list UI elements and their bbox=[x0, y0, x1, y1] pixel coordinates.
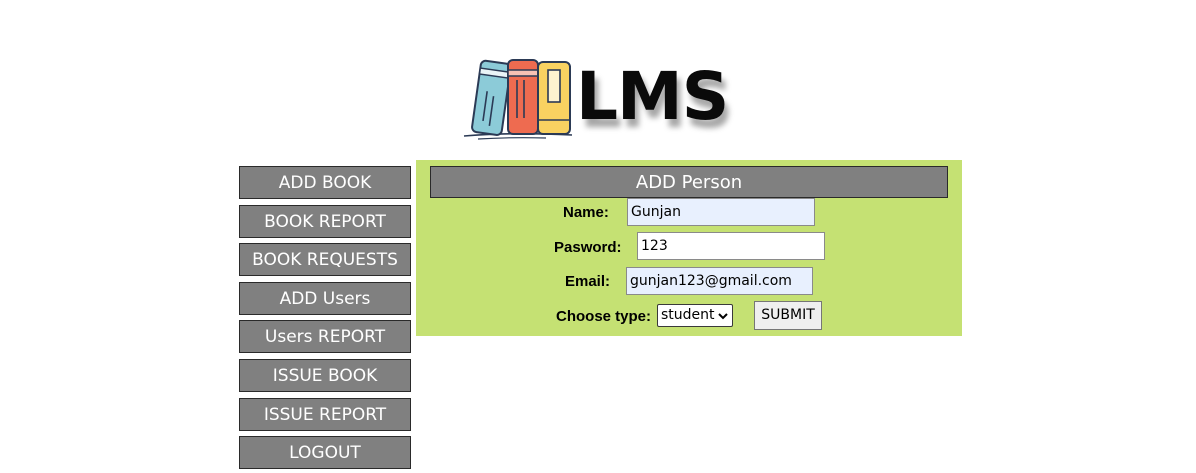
name-field[interactable]: Gunjan bbox=[627, 198, 815, 226]
sidebar-item-issue-report[interactable]: ISSUE REPORT bbox=[239, 397, 411, 431]
logo-text: LMS bbox=[576, 58, 729, 135]
panel-title: ADD Person bbox=[430, 166, 948, 198]
sidebar-item-users-report[interactable]: Users REPORT bbox=[239, 320, 411, 354]
submit-button[interactable]: SUBMIT bbox=[754, 301, 822, 330]
type-label: Choose type: bbox=[556, 308, 652, 325]
sidebar-item-add-users[interactable]: ADD Users bbox=[239, 281, 411, 315]
sidebar-item-book-requests[interactable]: BOOK REQUESTS bbox=[239, 243, 411, 277]
app-root: LMS ADD BOOK BOOK REPORT BOOK REQUESTS A… bbox=[0, 0, 1196, 473]
sidebar-item-book-report[interactable]: BOOK REPORT bbox=[239, 204, 411, 238]
email-label: Email: bbox=[565, 273, 611, 290]
password-label: Pasword: bbox=[554, 239, 622, 256]
sidebar-item-issue-book[interactable]: ISSUE BOOK bbox=[239, 358, 411, 392]
name-label: Name: bbox=[563, 204, 609, 221]
books-icon bbox=[463, 59, 573, 140]
type-select[interactable]: student bbox=[657, 304, 733, 327]
chevron-down-icon bbox=[718, 313, 728, 320]
add-person-panel: ADD Person Name: Gunjan Pasword: 123 Ema… bbox=[416, 160, 962, 336]
sidebar-item-add-book[interactable]: ADD BOOK bbox=[239, 166, 411, 199]
sidebar-item-logout[interactable]: LOGOUT bbox=[239, 436, 411, 470]
type-select-value: student bbox=[661, 307, 715, 323]
lms-logo: LMS bbox=[462, 52, 742, 142]
password-field[interactable]: 123 bbox=[637, 232, 825, 260]
sidebar-nav: ADD BOOK BOOK REPORT BOOK REQUESTS ADD U… bbox=[239, 166, 411, 473]
email-field[interactable]: gunjan123@gmail.com bbox=[626, 267, 813, 295]
